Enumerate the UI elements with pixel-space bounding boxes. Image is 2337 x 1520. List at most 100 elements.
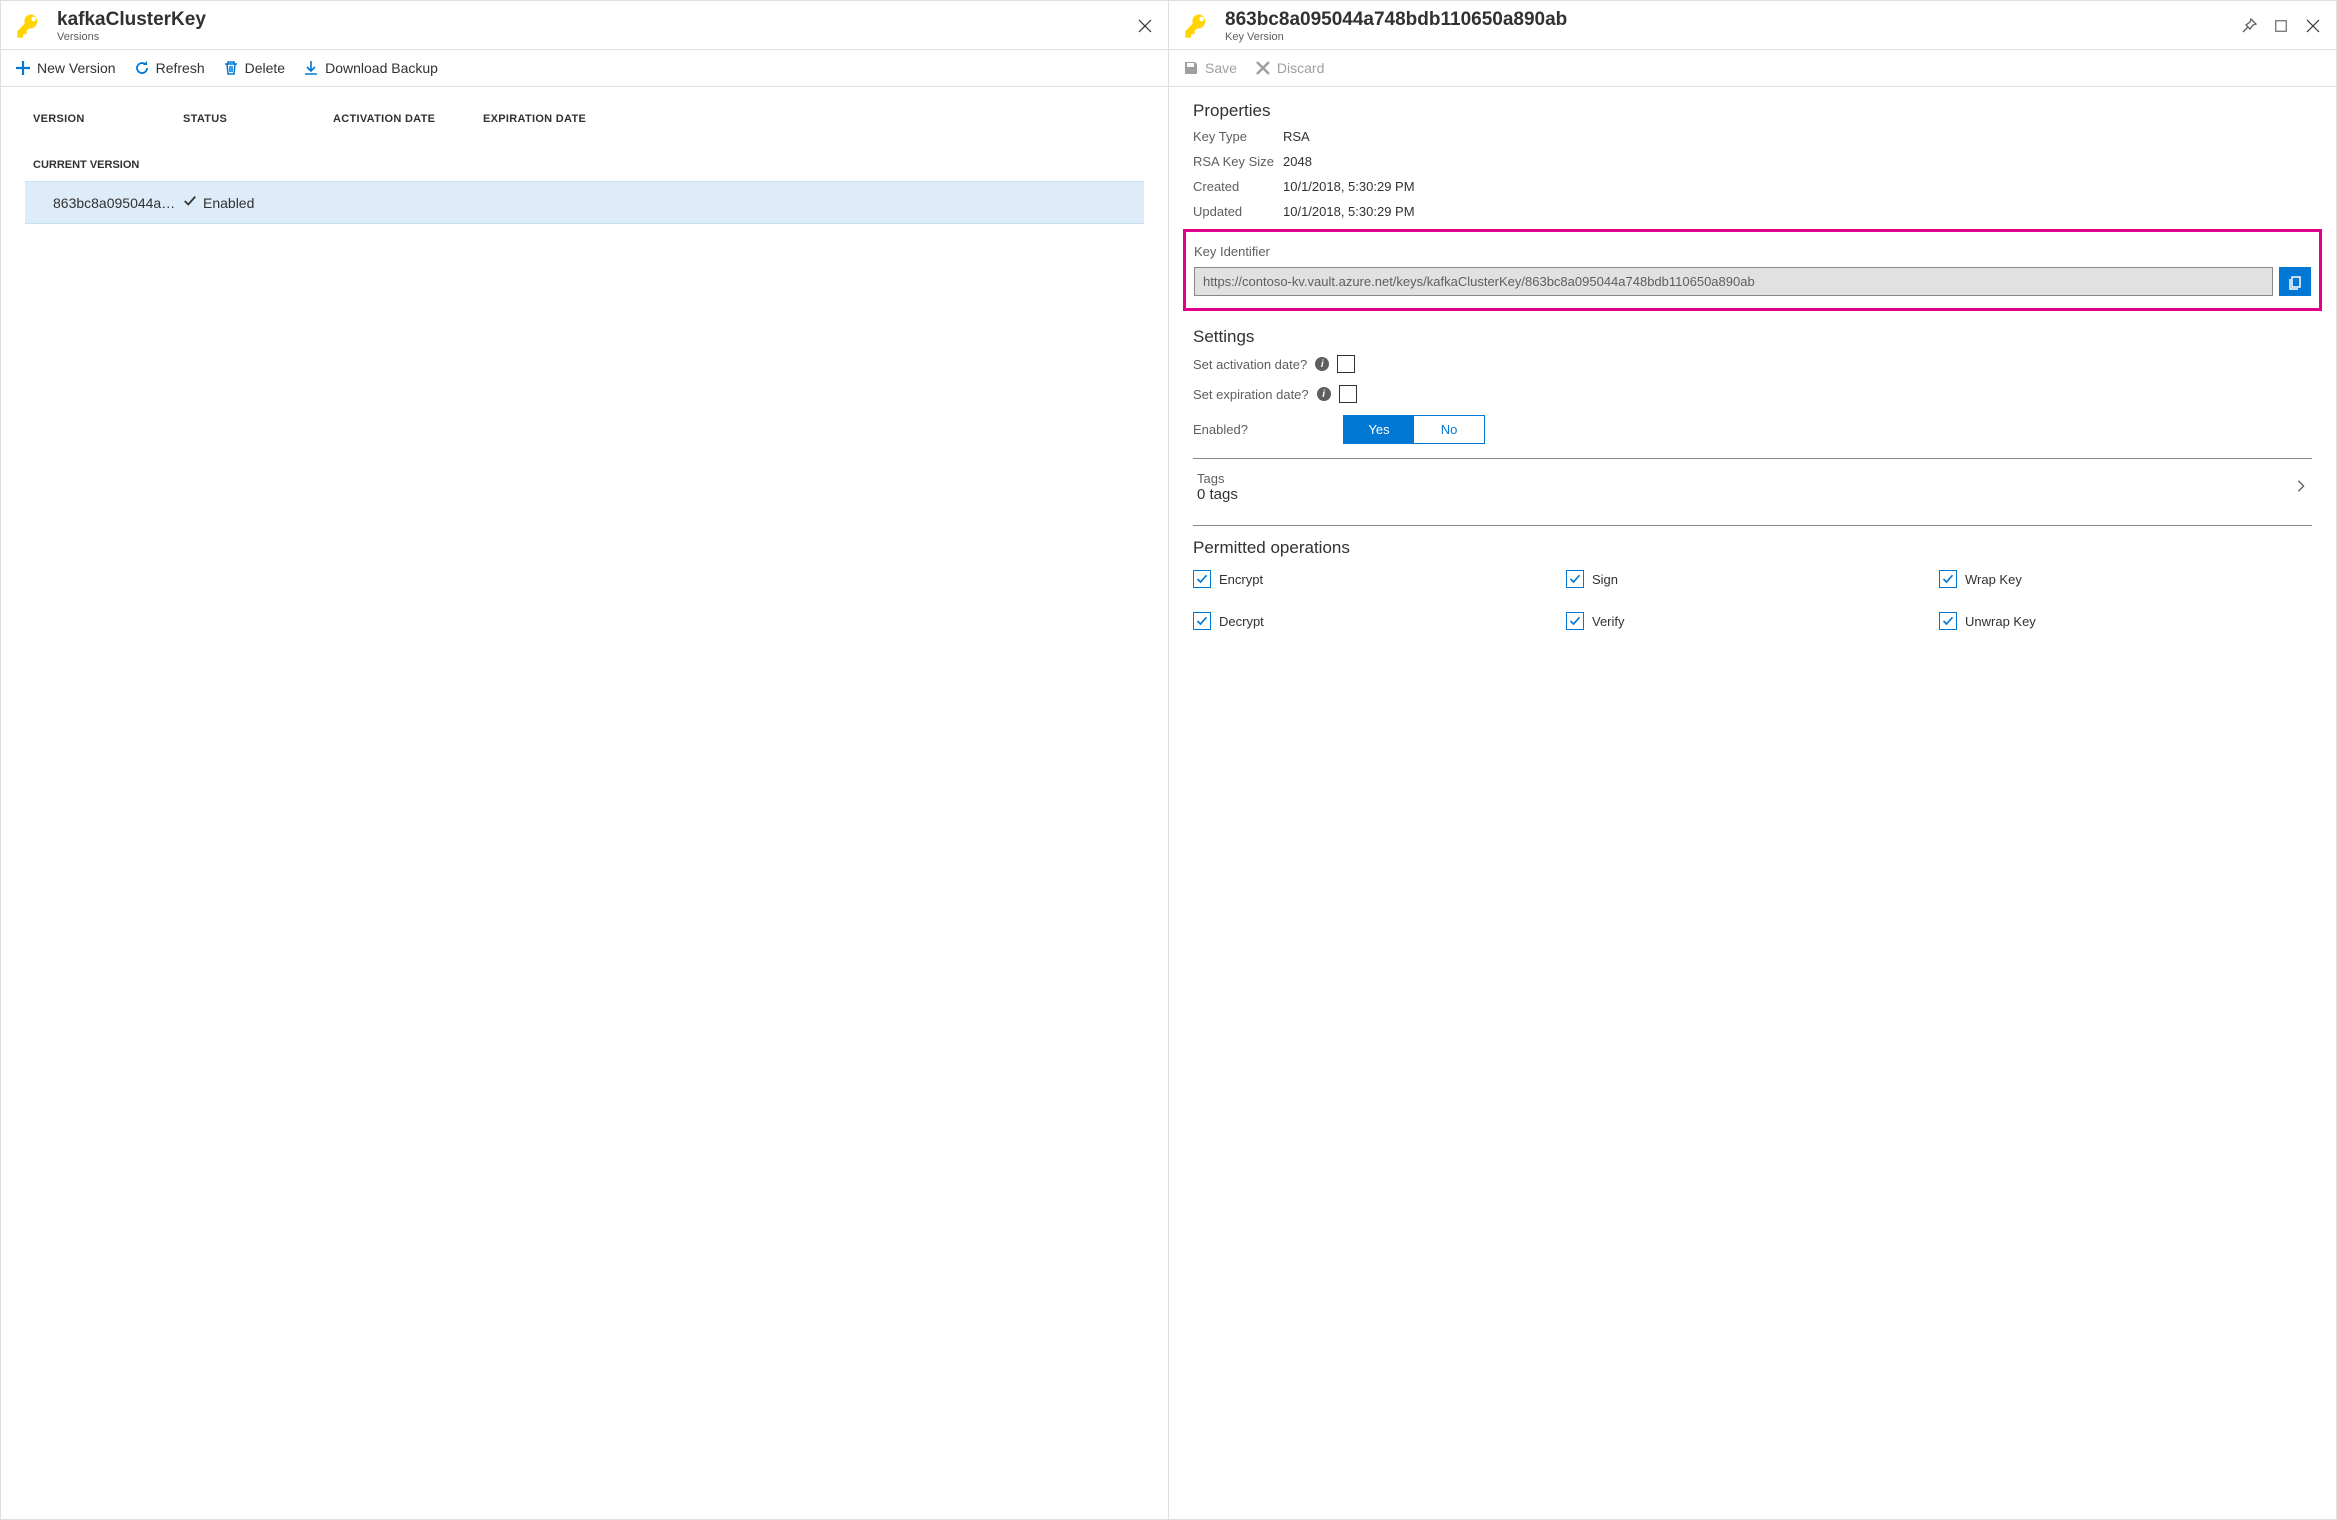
discard-button[interactable]: Discard — [1255, 60, 1324, 76]
right-toolbar: Save Discard — [1169, 50, 2336, 87]
left-title: kafkaClusterKey — [57, 9, 1136, 31]
enabled-row: Enabled? Yes No — [1193, 415, 2312, 444]
maximize-icon[interactable] — [2272, 17, 2290, 35]
checkbox-icon — [1566, 612, 1584, 630]
checkbox-icon — [1193, 612, 1211, 630]
enabled-label: Enabled? — [1193, 422, 1343, 437]
expiration-checkbox[interactable] — [1339, 385, 1357, 403]
key-icon — [1183, 12, 1211, 40]
left-subtitle: Versions — [57, 31, 1136, 43]
tags-count: 0 tags — [1197, 486, 1238, 503]
col-version: VERSION — [33, 113, 183, 125]
download-icon — [303, 60, 319, 76]
new-version-label: New Version — [37, 60, 116, 76]
key-identifier-highlight: Key Identifier — [1183, 229, 2322, 311]
delete-button[interactable]: Delete — [223, 60, 285, 76]
row-status: Enabled — [183, 194, 333, 211]
checkbox-icon — [1939, 612, 1957, 630]
table-header: VERSION STATUS ACTIVATION DATE EXPIRATIO… — [25, 101, 1144, 137]
right-header: 863bc8a095044a748bdb110650a890ab Key Ver… — [1169, 1, 2336, 50]
save-label: Save — [1205, 60, 1237, 76]
created-label: Created — [1193, 179, 1283, 194]
key-version-pane: 863bc8a095044a748bdb110650a890ab Key Ver… — [1169, 0, 2337, 1520]
refresh-button[interactable]: Refresh — [134, 60, 205, 76]
op-label: Verify — [1592, 614, 1625, 629]
op-sign[interactable]: Sign — [1566, 570, 1939, 588]
updated-label: Updated — [1193, 204, 1283, 219]
checkbox-icon — [1566, 570, 1584, 588]
enabled-toggle: Yes No — [1343, 415, 1485, 444]
close-icon[interactable] — [2304, 17, 2322, 35]
separator — [1193, 458, 2312, 459]
enabled-yes[interactable]: Yes — [1344, 416, 1414, 443]
right-content: Properties Key TypeRSA RSA Key Size2048 … — [1169, 87, 2336, 1519]
key-icon — [15, 12, 43, 40]
copy-button[interactable] — [2279, 267, 2311, 296]
checkbox-icon — [1939, 570, 1957, 588]
new-version-button[interactable]: New Version — [15, 60, 116, 76]
ops-grid: Encrypt Sign Wrap Key Decrypt Verify Unw… — [1193, 570, 2312, 630]
key-type-value: RSA — [1283, 129, 1310, 144]
separator — [1193, 525, 2312, 526]
trash-icon — [223, 60, 239, 76]
versions-table: VERSION STATUS ACTIVATION DATE EXPIRATIO… — [1, 87, 1168, 1519]
info-icon[interactable]: i — [1315, 357, 1329, 371]
discard-label: Discard — [1277, 60, 1324, 76]
key-identifier-label: Key Identifier — [1194, 244, 2311, 259]
current-version-group: CURRENT VERSION — [25, 137, 1144, 181]
col-status: STATUS — [183, 113, 333, 125]
created-value: 10/1/2018, 5:30:29 PM — [1283, 179, 1415, 194]
tags-label: Tags — [1197, 471, 1238, 486]
versions-pane: kafkaClusterKey Versions New Version Ref… — [0, 0, 1169, 1520]
key-identifier-input[interactable] — [1194, 267, 2273, 296]
refresh-label: Refresh — [156, 60, 205, 76]
op-unwrap[interactable]: Unwrap Key — [1939, 612, 2312, 630]
activation-date-row: Set activation date? i — [1193, 355, 2312, 373]
op-label: Encrypt — [1219, 572, 1263, 587]
settings-heading: Settings — [1193, 327, 2312, 347]
enabled-no[interactable]: No — [1414, 416, 1484, 443]
permitted-ops-heading: Permitted operations — [1193, 538, 2312, 558]
download-label: Download Backup — [325, 60, 438, 76]
op-encrypt[interactable]: Encrypt — [1193, 570, 1566, 588]
right-subtitle: Key Version — [1225, 31, 2240, 43]
op-verify[interactable]: Verify — [1566, 612, 1939, 630]
plus-icon — [15, 60, 31, 76]
key-size-value: 2048 — [1283, 154, 1312, 169]
op-label: Unwrap Key — [1965, 614, 2036, 629]
op-label: Wrap Key — [1965, 572, 2022, 587]
activation-checkbox[interactable] — [1337, 355, 1355, 373]
delete-label: Delete — [245, 60, 285, 76]
col-activation: ACTIVATION DATE — [333, 113, 483, 125]
refresh-icon — [134, 60, 150, 76]
discard-icon — [1255, 60, 1271, 76]
op-decrypt[interactable]: Decrypt — [1193, 612, 1566, 630]
download-backup-button[interactable]: Download Backup — [303, 60, 438, 76]
table-row[interactable]: 863bc8a095044a… Enabled — [25, 181, 1144, 224]
key-type-label: Key Type — [1193, 129, 1283, 144]
row-version: 863bc8a095044a… — [53, 195, 183, 211]
save-icon — [1183, 60, 1199, 76]
expiration-date-row: Set expiration date? i — [1193, 385, 2312, 403]
op-label: Sign — [1592, 572, 1618, 587]
info-icon[interactable]: i — [1317, 387, 1331, 401]
checkbox-icon — [1193, 570, 1211, 588]
pin-icon[interactable] — [2240, 17, 2258, 35]
properties-heading: Properties — [1193, 101, 2312, 121]
right-title: 863bc8a095044a748bdb110650a890ab — [1225, 9, 2240, 31]
op-wrap[interactable]: Wrap Key — [1939, 570, 2312, 588]
activation-date-label: Set activation date? — [1193, 357, 1307, 372]
row-status-label: Enabled — [203, 195, 254, 211]
expiration-date-label: Set expiration date? — [1193, 387, 1309, 402]
key-size-label: RSA Key Size — [1193, 154, 1283, 169]
col-expiration: EXPIRATION DATE — [483, 113, 1136, 125]
chevron-right-icon — [2294, 479, 2308, 496]
op-label: Decrypt — [1219, 614, 1264, 629]
tags-row[interactable]: Tags 0 tags — [1193, 471, 2312, 503]
left-header: kafkaClusterKey Versions — [1, 1, 1168, 50]
save-button[interactable]: Save — [1183, 60, 1237, 76]
left-toolbar: New Version Refresh Delete Download Back… — [1, 50, 1168, 87]
check-icon — [183, 194, 197, 211]
close-icon[interactable] — [1136, 17, 1154, 35]
updated-value: 10/1/2018, 5:30:29 PM — [1283, 204, 1415, 219]
